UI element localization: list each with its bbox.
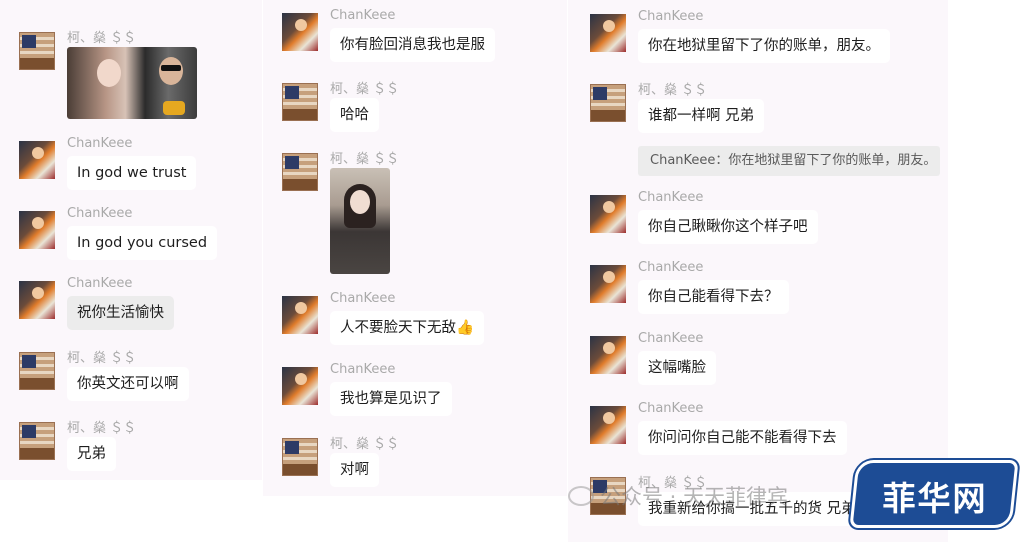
avatar[interactable] xyxy=(282,153,318,191)
avatar[interactable] xyxy=(282,296,318,334)
message-bubble[interactable]: 我也算是见识了 xyxy=(330,382,452,416)
shared-photo[interactable] xyxy=(67,47,197,119)
sender-name: 柯、燊 ＄＄ xyxy=(330,82,400,97)
sender-name: ChanKeee xyxy=(67,206,133,221)
chat-column-3: ChanKeee 你在地狱里留下了你的账单，朋友。 柯、燊 ＄＄ 谁都一样啊 兄… xyxy=(568,0,948,542)
sender-name: ChanKeee xyxy=(67,136,133,151)
sender-name: ChanKeee xyxy=(330,291,396,306)
avatar[interactable] xyxy=(590,406,626,444)
message-bubble[interactable]: 你在地狱里留下了你的账单，朋友。 xyxy=(638,29,890,63)
avatar[interactable] xyxy=(590,336,626,374)
avatar[interactable] xyxy=(19,211,55,249)
sender-name: 柯、燊 ＄＄ xyxy=(67,421,137,436)
message-bubble[interactable]: 这幅嘴脸 xyxy=(638,351,716,385)
message-bubble[interactable]: 你自己能看得下去？ xyxy=(638,280,789,314)
message-bubble[interactable]: 哈哈 xyxy=(330,98,379,132)
avatar[interactable] xyxy=(590,14,626,52)
sender-name: 柯、燊 ＄＄ xyxy=(67,351,137,366)
sender-name: ChanKeee xyxy=(67,276,133,291)
message-bubble[interactable]: 谁都一样啊 兄弟 xyxy=(638,99,765,133)
avatar[interactable] xyxy=(19,32,55,70)
brand-logo-text: 菲华网 xyxy=(882,479,988,518)
chat-column-2: ChanKeee 你有脸回消息我也是服 柯、燊 ＄＄ 哈哈 柯、燊 ＄＄ Cha… xyxy=(263,0,567,496)
message-bubble[interactable]: 人不要脸天下无敌👍 xyxy=(330,311,485,345)
sender-name: ChanKeee xyxy=(638,9,704,24)
sender-name: ChanKeee xyxy=(638,190,704,205)
chat-column-1: 柯、燊 ＄＄ ChanKeee In god we trust ChanKeee… xyxy=(0,0,262,480)
message-bubble[interactable]: 你自己瞅瞅你这个样子吧 xyxy=(638,210,818,244)
message-bubble[interactable]: 祝你生活愉快 xyxy=(67,296,174,330)
avatar[interactable] xyxy=(19,141,55,179)
avatar[interactable] xyxy=(282,367,318,405)
message-bubble[interactable]: In god you cursed xyxy=(67,226,218,260)
sender-name: ChanKeee xyxy=(330,362,396,377)
message-bubble[interactable]: 你英文还可以啊 xyxy=(67,367,189,401)
message-bubble[interactable]: 你问问你自己能不能看得下去 xyxy=(638,421,847,455)
avatar[interactable] xyxy=(19,352,55,390)
avatar[interactable] xyxy=(590,265,626,303)
message-bubble[interactable]: 兄弟 xyxy=(67,437,116,471)
sender-name: 柯、燊 ＄＄ xyxy=(638,83,708,98)
avatar[interactable] xyxy=(590,84,626,122)
sender-name: 柯、燊 ＄＄ xyxy=(330,152,400,167)
avatar[interactable] xyxy=(590,195,626,233)
sender-name: 柯、燊 ＄＄ xyxy=(67,31,137,46)
quoted-message[interactable]: ChanKeee：你在地狱里留下了你的账单，朋友。 xyxy=(638,146,940,176)
sender-name: ChanKeee xyxy=(638,260,704,275)
sender-name: ChanKeee xyxy=(330,8,396,23)
avatar[interactable] xyxy=(19,281,55,319)
message-bubble[interactable]: 对啊 xyxy=(330,453,379,487)
sender-name: 柯、燊 ＄＄ xyxy=(330,437,400,452)
watermark: 公众号 · 天天菲律宾 xyxy=(600,485,789,509)
message-bubble[interactable]: 你有脸回消息我也是服 xyxy=(330,28,495,62)
wechat-icon xyxy=(568,486,594,506)
avatar[interactable] xyxy=(282,438,318,476)
avatar[interactable] xyxy=(282,13,318,51)
sender-name: ChanKeee xyxy=(638,331,704,346)
sender-name: ChanKeee xyxy=(638,401,704,416)
avatar[interactable] xyxy=(19,422,55,460)
avatar[interactable] xyxy=(282,83,318,121)
message-bubble[interactable]: In god we trust xyxy=(67,156,197,190)
shared-photo[interactable] xyxy=(330,168,390,274)
